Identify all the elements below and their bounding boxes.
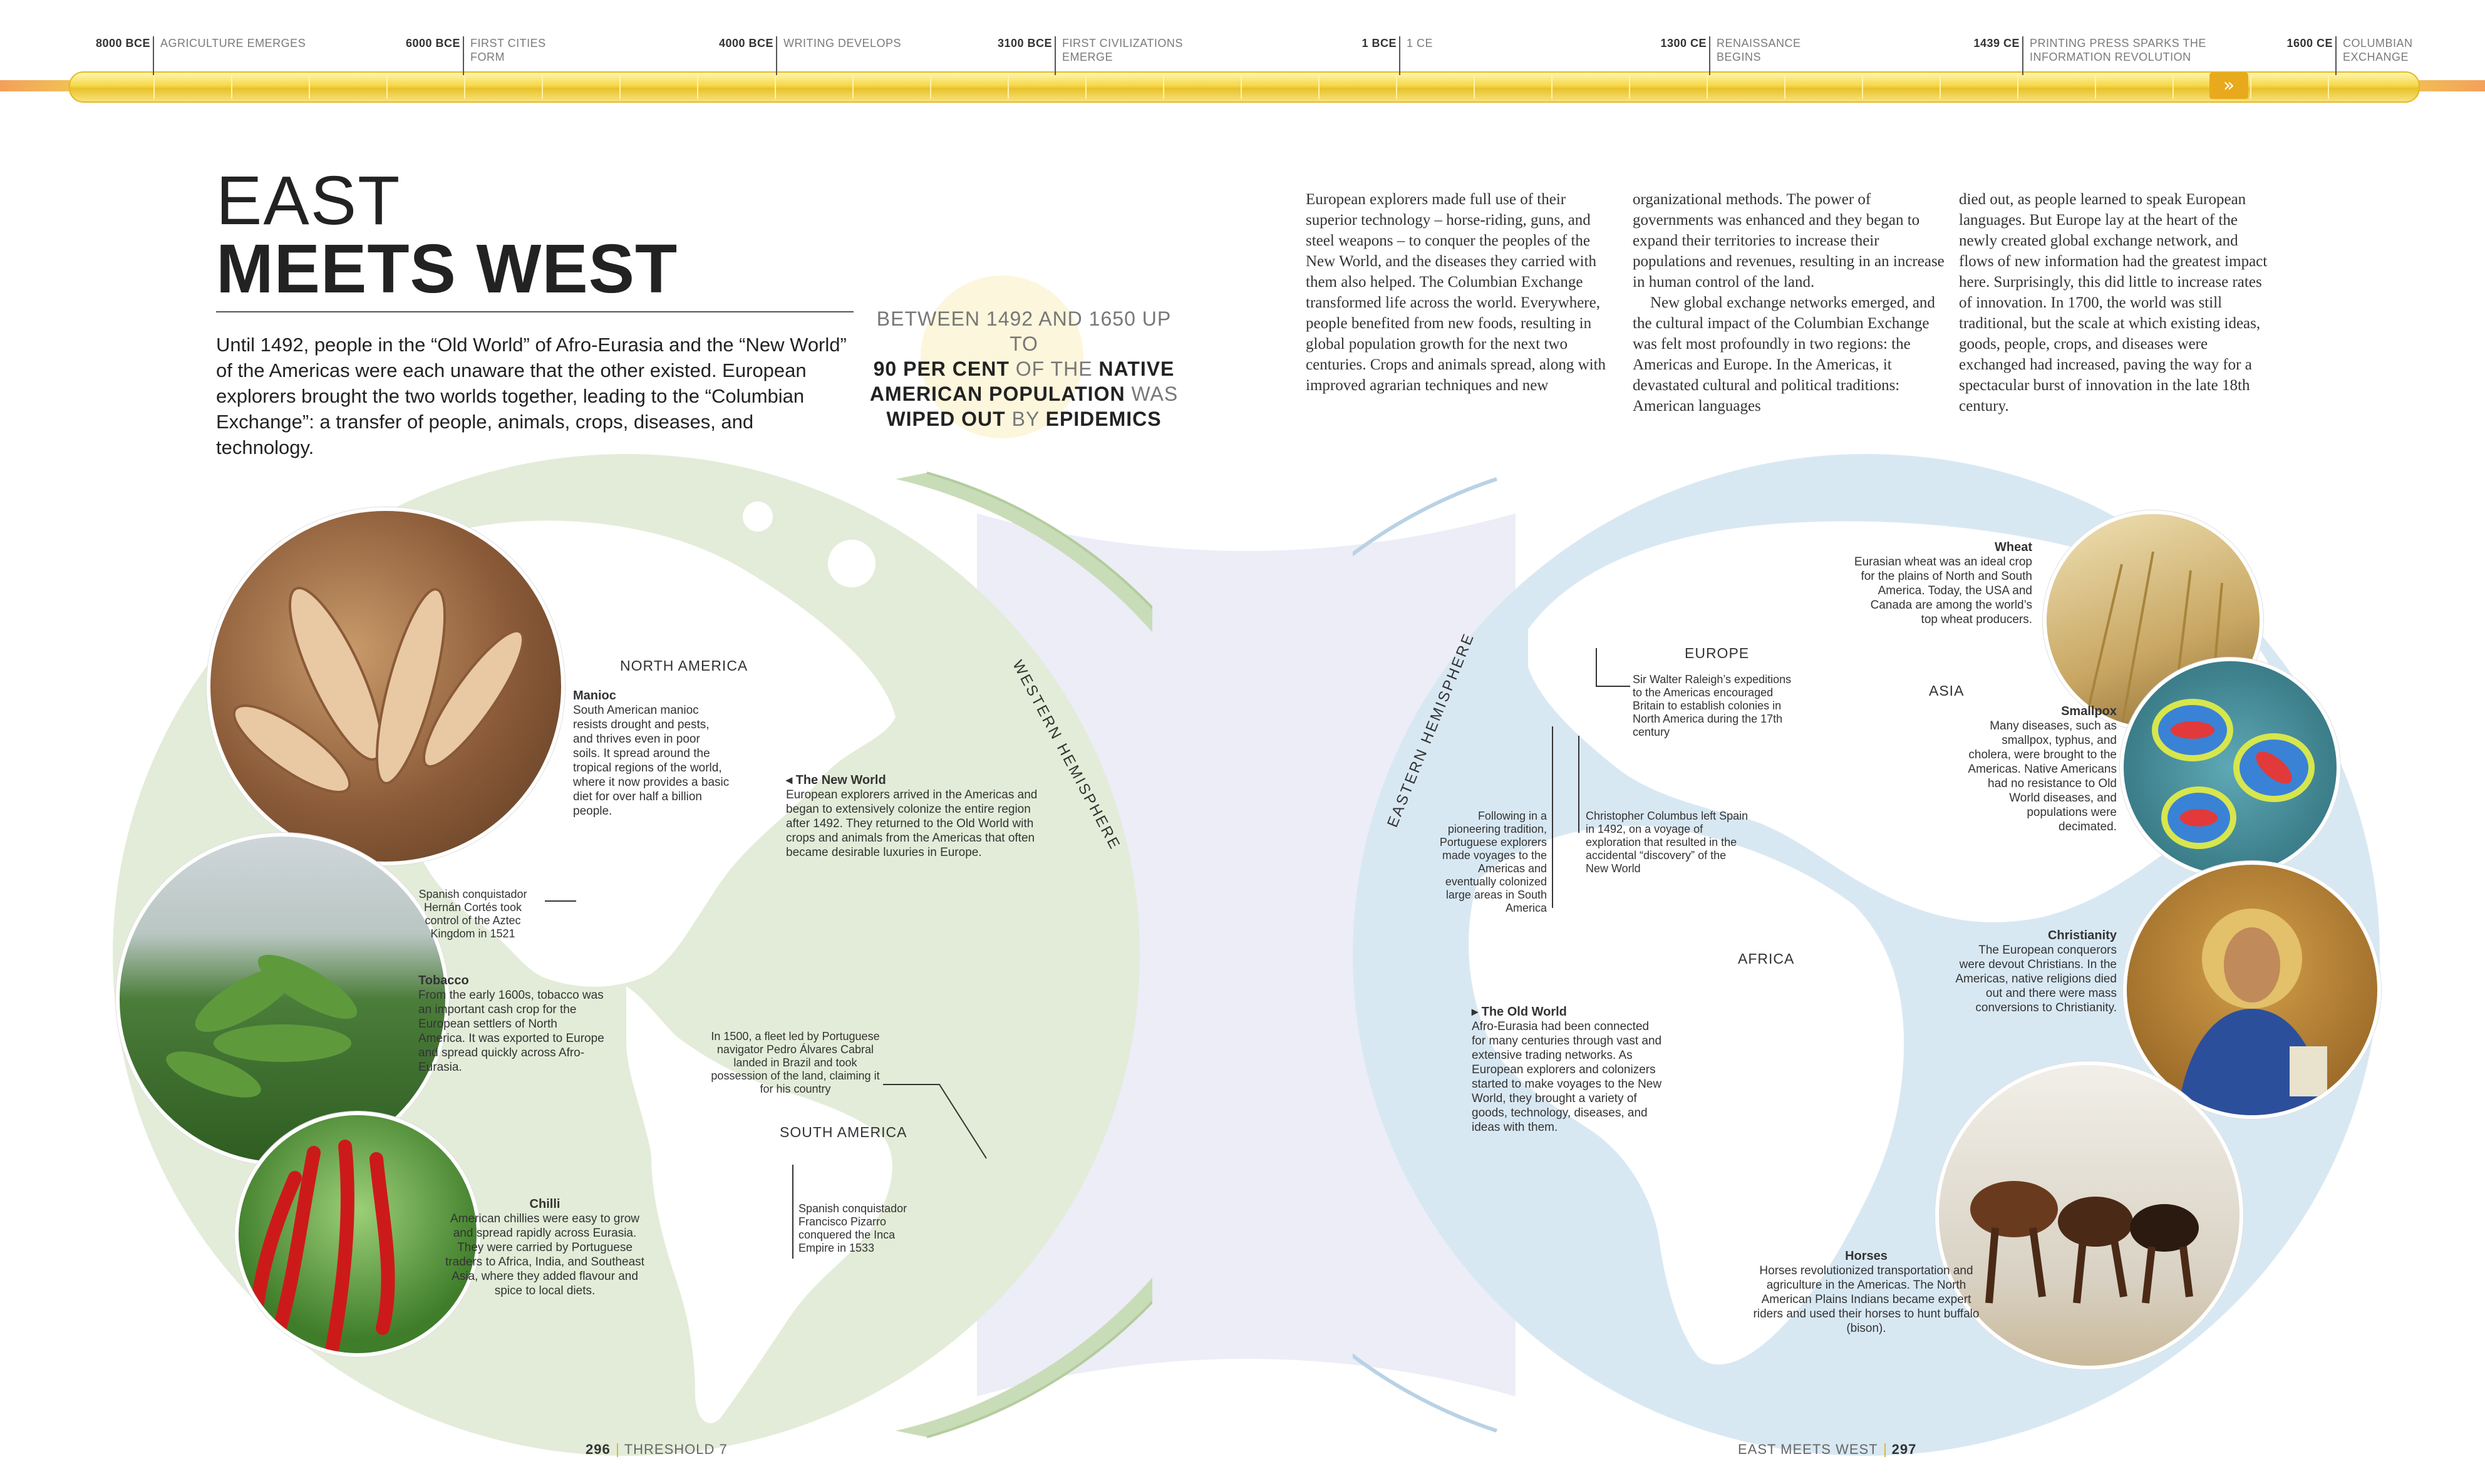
- timeline-event: 4000 BCE WRITING DEVELOPS: [719, 36, 902, 75]
- timeline-divider: [1551, 73, 1552, 99]
- timeline-divider: [1940, 73, 1941, 99]
- timeline-date: 3100 BCE: [997, 37, 1052, 49]
- timeline-label: AGRICULTURE EMERGES: [160, 37, 306, 49]
- timeline-bar: [69, 71, 2420, 103]
- pizarro-caption: Spanish conquistador Francisco Pizarro c…: [798, 1202, 907, 1254]
- timeline-divider: [1629, 73, 1630, 99]
- raleigh-leader-line: [1596, 648, 1597, 687]
- timeline-label: FIRST CITIES FORM: [470, 37, 546, 63]
- timeline-label: COLUMBIAN EXCHANGE: [2343, 37, 2413, 63]
- timeline-label: WRITING DEVELOPS: [783, 37, 902, 49]
- timeline-divider: [1784, 73, 1785, 99]
- manioc-photo: [207, 507, 565, 865]
- timeline-divider: [464, 73, 465, 99]
- timeline-divider: [1707, 73, 1708, 99]
- region-label-europe: EUROPE: [1685, 645, 1750, 661]
- timeline-date: 1 BCE: [1361, 37, 1397, 49]
- page-number-right: 297: [1891, 1441, 1917, 1457]
- timeline-divider: [309, 73, 310, 99]
- pizarro-leader-line: [792, 1165, 793, 1259]
- horses-caption: Horses Horses revolutionized transportat…: [1753, 1249, 1980, 1335]
- christianity-caption: Christianity The European conquerors wer…: [1955, 929, 2117, 1014]
- timeline-left-cap: [0, 80, 75, 91]
- cabral-leader-line: [883, 1084, 987, 1159]
- timeline-event: 1300 CE RENAISSANCE BEGINS: [1660, 36, 1819, 75]
- timeline-label: PRINTING PRESS SPARKS THE INFORMATION RE…: [2030, 37, 2206, 63]
- timeline-date: 4000 BCE: [718, 37, 773, 49]
- pull-quote: BETWEEN 1492 AND 1650 UP TO 90 PER CENT …: [869, 307, 1179, 430]
- timeline-divider: [1085, 73, 1087, 99]
- cortes-leader-line: [545, 900, 576, 902]
- timeline-divider: [1163, 73, 1164, 99]
- timeline-divider: [231, 73, 232, 99]
- tobacco-photo: [116, 833, 449, 1166]
- raleigh-caption: Sir Walter Raleigh’s expeditions to the …: [1633, 673, 1792, 738]
- cabral-caption: In 1500, a fleet led by Portuguese navig…: [711, 1030, 880, 1095]
- body-column-1: European explorers made full use of thei…: [1306, 191, 1606, 394]
- portuguese-caption: Following in a pioneering tradition, Por…: [1439, 810, 1547, 914]
- timeline-divider: [2017, 73, 2018, 99]
- wheat-caption: Wheat Eurasian wheat was an ideal crop f…: [1854, 540, 2032, 626]
- intro-paragraph: Until 1492, people in the “Old World” of…: [216, 334, 847, 458]
- columbus-caption: Christopher Columbus left Spain in 1492,…: [1586, 810, 1749, 875]
- timeline-divider: [2095, 73, 2096, 99]
- portuguese-leader-line: [1552, 726, 1553, 908]
- timeline-divider: [1241, 73, 1242, 99]
- columbus-leader-line: [1578, 736, 1579, 833]
- timeline-divider: [153, 73, 155, 99]
- timeline-date: 8000 BCE: [95, 37, 150, 49]
- region-label-africa: AFRICA: [1738, 951, 1795, 967]
- chilli-photo: [235, 1111, 480, 1357]
- timeline-date: 1439 CE: [1973, 37, 2020, 49]
- timeline-label: FIRST CIVILIZATIONS EMERGE: [1062, 37, 1183, 63]
- title-rule: [216, 311, 854, 312]
- timeline-divider: [2328, 73, 2329, 99]
- timeline-date: 1300 CE: [1660, 37, 1707, 49]
- timeline-date: 6000 BCE: [405, 37, 460, 49]
- timeline-event: 1439 CE PRINTING PRESS SPARKS THE INFORM…: [1973, 36, 2208, 75]
- timeline-divider: [697, 73, 698, 99]
- footer-right: EAST MEETS WEST 297: [1738, 1441, 1916, 1458]
- title-line-1: EAST: [216, 162, 401, 239]
- timeline-event: 3100 BCE FIRST CIVILIZATIONS EMERGE: [998, 36, 1202, 75]
- section-name-left: THRESHOLD 7: [624, 1441, 728, 1457]
- new-world-caption: ◂ The New World European explorers arriv…: [786, 773, 1038, 859]
- region-label-north-america: NORTH AMERICA: [620, 657, 748, 674]
- old-world-caption: ▸ The Old World Afro-Eurasia had been co…: [1472, 1005, 1662, 1134]
- body-column-3: died out, as people learned to speak Eur…: [1959, 191, 2268, 415]
- timeline-divider: [775, 73, 776, 99]
- region-label-asia: ASIA: [1929, 683, 1965, 699]
- footer-left: 296 THRESHOLD 7: [586, 1441, 728, 1458]
- chilli-caption: Chilli American chillies were easy to gr…: [445, 1197, 644, 1297]
- body-column-2: organizational methods. The power of gov…: [1633, 191, 1945, 415]
- timeline-divider: [1396, 73, 1397, 99]
- timeline-divider: [930, 73, 931, 99]
- timeline-divider: [1318, 73, 1320, 99]
- timeline-divider: [1862, 73, 1863, 99]
- timeline-label: 1 CE: [1407, 37, 1434, 49]
- timeline-event: 1 BCE 1 CE: [1361, 36, 1434, 75]
- smallpox-photo: [2120, 657, 2340, 878]
- timeline-event: 1600 CE COLUMBIAN EXCHANGE: [2286, 36, 2427, 75]
- timeline-event: 8000 BCE AGRICULTURE EMERGES: [96, 36, 306, 75]
- timeline-date: 1600 CE: [2286, 37, 2333, 49]
- tobacco-caption: Tobacco From the early 1600s, tobacco wa…: [418, 974, 604, 1074]
- timeline-divider: [619, 73, 621, 99]
- timeline-divider: [1474, 73, 1475, 99]
- smallpox-caption: Smallpox Many diseases, such as smallpox…: [1968, 704, 2117, 833]
- timeline-forward-icon[interactable]: »: [2209, 73, 2248, 99]
- timeline-divider: [2172, 73, 2174, 99]
- timeline-event: 6000 BCE FIRST CITIES FORM: [406, 36, 554, 75]
- title-line-2: MEETS WEST: [216, 230, 678, 307]
- cortes-caption: Spanish conquistador Hernán Cortés took …: [418, 888, 527, 940]
- manioc-caption: Manioc South American manioc resists dro…: [573, 689, 730, 818]
- timeline-divider: [542, 73, 543, 99]
- timeline-label: RENAISSANCE BEGINS: [1717, 37, 1801, 63]
- timeline-divider: [1008, 73, 1009, 99]
- timeline-divider: [852, 73, 854, 99]
- section-name-right: EAST MEETS WEST: [1738, 1441, 1878, 1457]
- page-number-left: 296: [586, 1441, 611, 1457]
- timeline-divider: [2250, 73, 2251, 99]
- timeline-divider: [386, 73, 388, 99]
